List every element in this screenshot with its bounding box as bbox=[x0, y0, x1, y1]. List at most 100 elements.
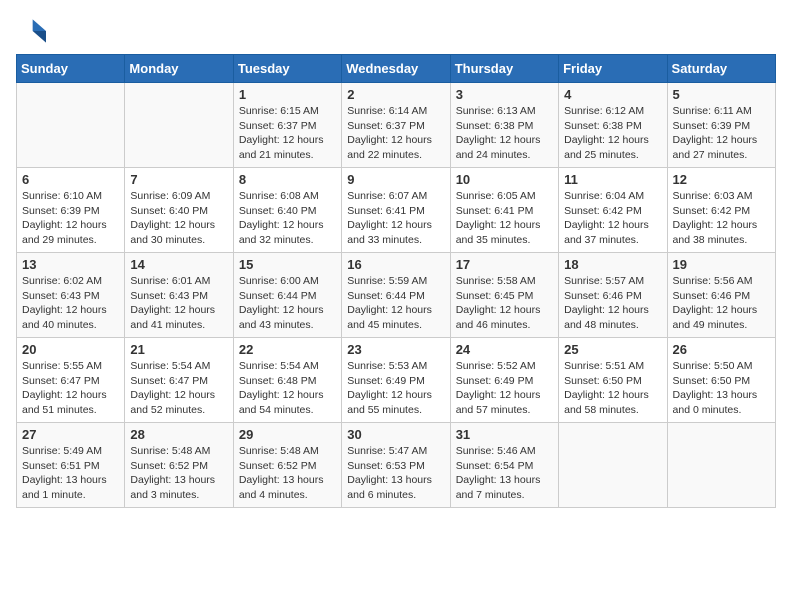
calendar-cell: 18 Sunrise: 5:57 AM Sunset: 6:46 PM Dayli… bbox=[559, 253, 667, 338]
day-number: 9 bbox=[347, 172, 444, 187]
week-row-3: 13 Sunrise: 6:02 AM Sunset: 6:43 PM Dayli… bbox=[17, 253, 776, 338]
day-info: Sunrise: 5:51 AM Sunset: 6:50 PM Dayligh… bbox=[564, 359, 661, 418]
calendar-header: SundayMondayTuesdayWednesdayThursdayFrid… bbox=[17, 55, 776, 83]
day-number: 16 bbox=[347, 257, 444, 272]
day-number: 7 bbox=[130, 172, 227, 187]
day-info: Sunrise: 5:48 AM Sunset: 6:52 PM Dayligh… bbox=[130, 444, 227, 503]
day-info: Sunrise: 5:50 AM Sunset: 6:50 PM Dayligh… bbox=[673, 359, 770, 418]
calendar-cell: 22Sunrise: 5:54 AM Sunset: 6:48 PM Dayli… bbox=[233, 338, 341, 423]
day-number: 8 bbox=[239, 172, 336, 187]
day-info: Sunrise: 6:02 AM Sunset: 6:43 PM Dayligh… bbox=[22, 274, 119, 333]
day-number: 1 bbox=[239, 87, 336, 102]
day-info: Sunrise: 5:47 AM Sunset: 6:53 PM Dayligh… bbox=[347, 444, 444, 503]
day-number: 30 bbox=[347, 427, 444, 442]
day-number: 25 bbox=[564, 342, 661, 357]
calendar-cell: 30 Sunrise: 5:47 AM Sunset: 6:53 PM Dayli… bbox=[342, 423, 450, 508]
day-info: Sunrise: 6:12 AM Sunset: 6:38 PM Dayligh… bbox=[564, 104, 661, 163]
calendar-cell: 11 Sunrise: 6:04 AM Sunset: 6:42 PM Dayli… bbox=[559, 168, 667, 253]
day-info: Sunrise: 5:49 AM Sunset: 6:51 PM Dayligh… bbox=[22, 444, 119, 503]
day-number: 2 bbox=[347, 87, 444, 102]
day-info: Sunrise: 6:11 AM Sunset: 6:39 PM Dayligh… bbox=[673, 104, 770, 163]
day-number: 22 bbox=[239, 342, 336, 357]
logo-icon bbox=[16, 16, 46, 46]
day-number: 14 bbox=[130, 257, 227, 272]
day-number: 20 bbox=[22, 342, 119, 357]
calendar-table: SundayMondayTuesdayWednesdayThursdayFrid… bbox=[16, 54, 776, 508]
page-header bbox=[16, 16, 776, 46]
day-info: Sunrise: 5:58 AM Sunset: 6:45 PM Dayligh… bbox=[456, 274, 553, 333]
day-number: 13 bbox=[22, 257, 119, 272]
header-cell-friday: Friday bbox=[559, 55, 667, 83]
day-number: 24 bbox=[456, 342, 553, 357]
day-number: 6 bbox=[22, 172, 119, 187]
day-number: 3 bbox=[456, 87, 553, 102]
day-info: Sunrise: 6:04 AM Sunset: 6:42 PM Dayligh… bbox=[564, 189, 661, 248]
calendar-cell: 19 Sunrise: 5:56 AM Sunset: 6:46 PM Dayli… bbox=[667, 253, 775, 338]
logo bbox=[16, 16, 50, 46]
day-number: 5 bbox=[673, 87, 770, 102]
day-info: Sunrise: 6:00 AM Sunset: 6:44 PM Dayligh… bbox=[239, 274, 336, 333]
day-number: 26 bbox=[673, 342, 770, 357]
day-info: Sunrise: 5:53 AM Sunset: 6:49 PM Dayligh… bbox=[347, 359, 444, 418]
day-info: Sunrise: 6:05 AM Sunset: 6:41 PM Dayligh… bbox=[456, 189, 553, 248]
day-info: Sunrise: 5:56 AM Sunset: 6:46 PM Dayligh… bbox=[673, 274, 770, 333]
calendar-cell: 29 Sunrise: 5:48 AM Sunset: 6:52 PM Dayli… bbox=[233, 423, 341, 508]
day-info: Sunrise: 6:07 AM Sunset: 6:41 PM Dayligh… bbox=[347, 189, 444, 248]
day-number: 18 bbox=[564, 257, 661, 272]
week-row-5: 27 Sunrise: 5:49 AM Sunset: 6:51 PM Dayli… bbox=[17, 423, 776, 508]
week-row-2: 6 Sunrise: 6:10 AM Sunset: 6:39 PM Daylig… bbox=[17, 168, 776, 253]
day-info: Sunrise: 6:10 AM Sunset: 6:39 PM Dayligh… bbox=[22, 189, 119, 248]
calendar-cell: 6 Sunrise: 6:10 AM Sunset: 6:39 PM Daylig… bbox=[17, 168, 125, 253]
calendar-cell: 15 Sunrise: 6:00 AM Sunset: 6:44 PM Dayli… bbox=[233, 253, 341, 338]
day-number: 12 bbox=[673, 172, 770, 187]
day-number: 19 bbox=[673, 257, 770, 272]
day-number: 23 bbox=[347, 342, 444, 357]
calendar-cell bbox=[17, 83, 125, 168]
calendar-cell: 23 Sunrise: 5:53 AM Sunset: 6:49 PM Dayli… bbox=[342, 338, 450, 423]
calendar-cell: 21Sunrise: 5:54 AM Sunset: 6:47 PM Dayli… bbox=[125, 338, 233, 423]
calendar-cell: 1 Sunrise: 6:15 AM Sunset: 6:37 PM Daylig… bbox=[233, 83, 341, 168]
day-info: Sunrise: 5:46 AM Sunset: 6:54 PM Dayligh… bbox=[456, 444, 553, 503]
calendar-cell: 2 Sunrise: 6:14 AM Sunset: 6:37 PM Daylig… bbox=[342, 83, 450, 168]
calendar-cell: 31Sunrise: 5:46 AM Sunset: 6:54 PM Dayli… bbox=[450, 423, 558, 508]
header-cell-saturday: Saturday bbox=[667, 55, 775, 83]
calendar-cell: 17Sunrise: 5:58 AM Sunset: 6:45 PM Dayli… bbox=[450, 253, 558, 338]
calendar-cell: 12 Sunrise: 6:03 AM Sunset: 6:42 PM Dayli… bbox=[667, 168, 775, 253]
day-info: Sunrise: 6:14 AM Sunset: 6:37 PM Dayligh… bbox=[347, 104, 444, 163]
calendar-body: 1 Sunrise: 6:15 AM Sunset: 6:37 PM Daylig… bbox=[17, 83, 776, 508]
header-cell-monday: Monday bbox=[125, 55, 233, 83]
day-number: 11 bbox=[564, 172, 661, 187]
day-number: 21 bbox=[130, 342, 227, 357]
calendar-cell: 13 Sunrise: 6:02 AM Sunset: 6:43 PM Dayli… bbox=[17, 253, 125, 338]
day-number: 15 bbox=[239, 257, 336, 272]
header-cell-sunday: Sunday bbox=[17, 55, 125, 83]
day-number: 29 bbox=[239, 427, 336, 442]
calendar-cell: 16 Sunrise: 5:59 AM Sunset: 6:44 PM Dayli… bbox=[342, 253, 450, 338]
header-cell-wednesday: Wednesday bbox=[342, 55, 450, 83]
day-info: Sunrise: 6:09 AM Sunset: 6:40 PM Dayligh… bbox=[130, 189, 227, 248]
calendar-cell: 25 Sunrise: 5:51 AM Sunset: 6:50 PM Dayli… bbox=[559, 338, 667, 423]
day-info: Sunrise: 6:15 AM Sunset: 6:37 PM Dayligh… bbox=[239, 104, 336, 163]
calendar-cell bbox=[125, 83, 233, 168]
week-row-1: 1 Sunrise: 6:15 AM Sunset: 6:37 PM Daylig… bbox=[17, 83, 776, 168]
calendar-cell: 20Sunrise: 5:55 AM Sunset: 6:47 PM Dayli… bbox=[17, 338, 125, 423]
day-info: Sunrise: 6:01 AM Sunset: 6:43 PM Dayligh… bbox=[130, 274, 227, 333]
header-cell-tuesday: Tuesday bbox=[233, 55, 341, 83]
day-number: 10 bbox=[456, 172, 553, 187]
calendar-cell: 28Sunrise: 5:48 AM Sunset: 6:52 PM Dayli… bbox=[125, 423, 233, 508]
calendar-cell: 24Sunrise: 5:52 AM Sunset: 6:49 PM Dayli… bbox=[450, 338, 558, 423]
day-info: Sunrise: 5:59 AM Sunset: 6:44 PM Dayligh… bbox=[347, 274, 444, 333]
calendar-cell: 5 Sunrise: 6:11 AM Sunset: 6:39 PM Daylig… bbox=[667, 83, 775, 168]
day-number: 27 bbox=[22, 427, 119, 442]
day-info: Sunrise: 5:57 AM Sunset: 6:46 PM Dayligh… bbox=[564, 274, 661, 333]
calendar-cell: 27 Sunrise: 5:49 AM Sunset: 6:51 PM Dayli… bbox=[17, 423, 125, 508]
calendar-cell: 7 Sunrise: 6:09 AM Sunset: 6:40 PM Daylig… bbox=[125, 168, 233, 253]
calendar-cell bbox=[559, 423, 667, 508]
header-cell-thursday: Thursday bbox=[450, 55, 558, 83]
calendar-cell: 26 Sunrise: 5:50 AM Sunset: 6:50 PM Dayli… bbox=[667, 338, 775, 423]
day-info: Sunrise: 6:03 AM Sunset: 6:42 PM Dayligh… bbox=[673, 189, 770, 248]
day-info: Sunrise: 6:08 AM Sunset: 6:40 PM Dayligh… bbox=[239, 189, 336, 248]
day-info: Sunrise: 5:48 AM Sunset: 6:52 PM Dayligh… bbox=[239, 444, 336, 503]
day-info: Sunrise: 6:13 AM Sunset: 6:38 PM Dayligh… bbox=[456, 104, 553, 163]
calendar-cell: 3 Sunrise: 6:13 AM Sunset: 6:38 PM Daylig… bbox=[450, 83, 558, 168]
